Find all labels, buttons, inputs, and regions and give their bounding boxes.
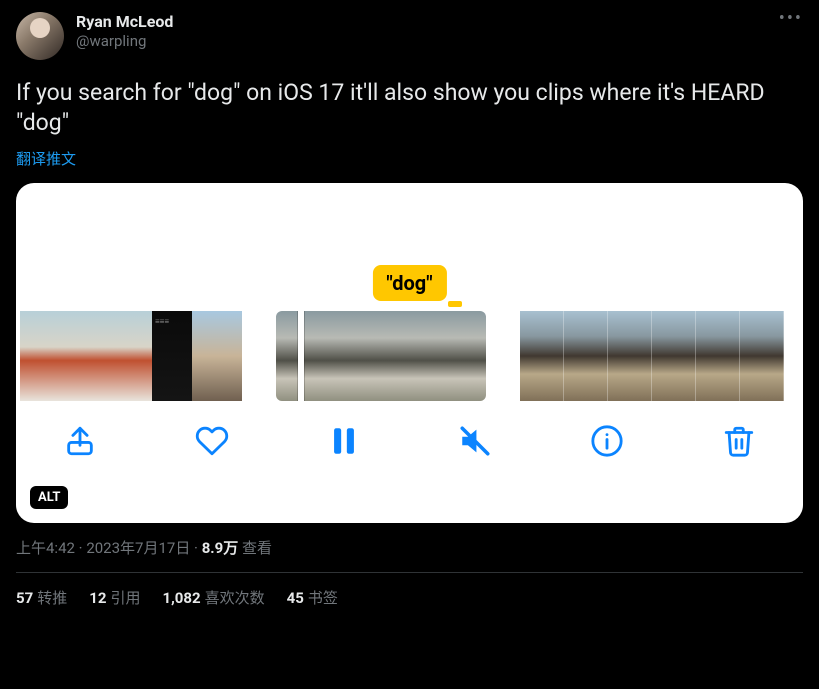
thumbnail	[152, 311, 192, 401]
display-name: Ryan McLeod	[76, 12, 173, 32]
thumbnail	[192, 311, 242, 401]
avatar[interactable]	[16, 12, 64, 60]
heart-icon[interactable]	[192, 421, 232, 461]
tweet-time[interactable]: 上午4:42	[16, 539, 75, 557]
views-label: 查看	[242, 539, 272, 557]
alt-badge[interactable]: ALT	[30, 486, 68, 509]
thumbnail	[416, 311, 486, 401]
video-timeline[interactable]	[16, 311, 803, 401]
retweets-stat[interactable]: 57转推	[16, 587, 67, 608]
trash-icon[interactable]	[719, 421, 759, 461]
tweet-container: Ryan McLeod @warpling ••• If you search …	[0, 0, 819, 608]
playhead[interactable]	[298, 311, 304, 401]
clip-group-2[interactable]	[276, 311, 486, 401]
tweet-stats: 57转推 12引用 1,082喜欢次数 45书签	[16, 573, 803, 608]
thumbnail	[64, 311, 108, 401]
pause-icon[interactable]	[324, 421, 364, 461]
tweet-text: If you search for "dog" on iOS 17 it'll …	[16, 78, 803, 138]
tweet-header: Ryan McLeod @warpling •••	[16, 12, 803, 60]
thumbnail	[564, 311, 608, 401]
thumbnail	[276, 311, 346, 401]
likes-stat[interactable]: 1,082喜欢次数	[162, 587, 264, 608]
media-controls	[16, 421, 803, 461]
views-count: 8.9万	[202, 539, 239, 557]
share-icon[interactable]	[60, 421, 100, 461]
caption-pill: "dog"	[372, 265, 446, 301]
thumbnail	[346, 311, 416, 401]
user-block[interactable]: Ryan McLeod @warpling	[76, 12, 173, 51]
quotes-stat[interactable]: 12引用	[89, 587, 140, 608]
thumbnail	[608, 311, 652, 401]
tweet-date[interactable]: 2023年7月17日	[86, 539, 190, 557]
tweet-meta: 上午4:42 · 2023年7月17日 · 8.9万 查看	[16, 537, 803, 558]
clip-group-1[interactable]	[20, 311, 242, 401]
media-card[interactable]: "dog"	[16, 183, 803, 523]
clip-group-3[interactable]	[520, 311, 784, 401]
thumbnail	[740, 311, 784, 401]
user-handle: @warpling	[76, 32, 173, 51]
bookmarks-stat[interactable]: 45书签	[287, 587, 338, 608]
thumbnail	[696, 311, 740, 401]
thumbnail	[108, 311, 152, 401]
thumbnail	[652, 311, 696, 401]
info-icon[interactable]	[587, 421, 627, 461]
thumbnail	[520, 311, 564, 401]
translate-link[interactable]: 翻译推文	[16, 148, 76, 169]
thumbnail	[20, 311, 64, 401]
more-button[interactable]: •••	[779, 8, 803, 29]
caption-tick	[448, 301, 462, 307]
mute-icon[interactable]	[455, 421, 495, 461]
